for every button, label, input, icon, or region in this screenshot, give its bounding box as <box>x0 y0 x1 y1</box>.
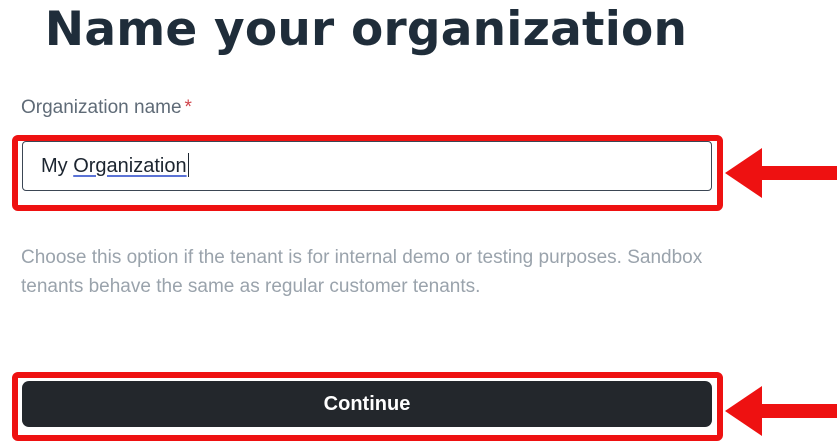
spellcheck-flagged-word: Organization <box>73 155 187 177</box>
organization-name-value: My Organization <box>41 153 190 178</box>
arrow-icon <box>725 148 837 198</box>
organization-name-label-text: Organization name <box>21 97 182 118</box>
arrow-icon-shape <box>725 148 837 198</box>
organization-name-value-prefix: My <box>41 155 74 177</box>
sandbox-description: Choose this option if the tenant is for … <box>21 247 703 297</box>
organization-name-label: Organization name * <box>21 97 192 119</box>
arrow-icon-shape <box>725 386 837 436</box>
text-caret <box>187 153 190 177</box>
continue-button[interactable]: Continue <box>22 381 712 427</box>
required-marker: * <box>184 97 192 118</box>
organization-name-input[interactable]: My Organization <box>22 141 712 191</box>
arrow-icon <box>725 386 837 436</box>
page-title: Name your organization <box>44 2 688 57</box>
